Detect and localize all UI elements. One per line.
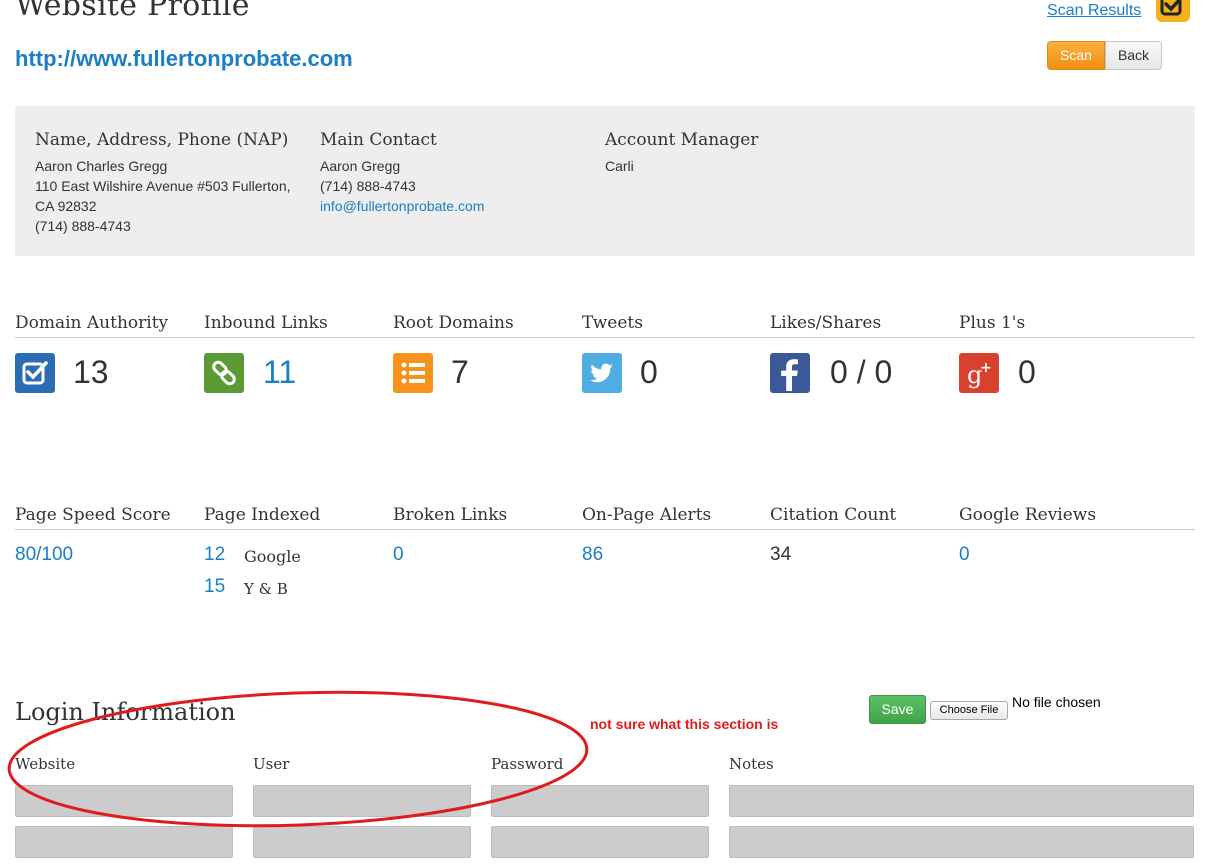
domain-authority-value: 13 [73, 354, 109, 390]
metric-label-page-indexed: Page Indexed [204, 505, 321, 525]
password-input[interactable] [491, 785, 709, 817]
account-manager-heading: Account Manager [605, 130, 759, 150]
main-contact-heading: Main Contact [320, 130, 437, 150]
nap-address-line2: CA 92832 [35, 198, 97, 214]
stat-label-plus-ones: Plus 1's [959, 313, 1026, 333]
metric-label-page-speed: Page Speed Score [15, 505, 171, 525]
indexed-google-value[interactable]: 12 [204, 544, 225, 566]
link-icon [204, 353, 244, 393]
notes-input[interactable] [729, 826, 1194, 858]
column-label-user: User [253, 755, 290, 773]
contact-info-panel: Name, Address, Phone (NAP) Aaron Charles… [15, 106, 1195, 256]
checkbox-icon [15, 353, 55, 393]
stat-label-likes-shares: Likes/Shares [770, 313, 882, 333]
website-input[interactable] [15, 785, 233, 817]
column-label-notes: Notes [729, 755, 774, 773]
column-label-website: Website [15, 755, 76, 773]
save-button[interactable]: Save [869, 695, 926, 724]
twitter-icon [582, 353, 622, 393]
contact-name: Aaron Gregg [320, 158, 401, 174]
divider [15, 337, 1195, 338]
list-icon [393, 353, 433, 393]
column-label-password: Password [491, 755, 564, 773]
nap-heading: Name, Address, Phone (NAP) [35, 130, 289, 150]
account-manager-name: Carli [605, 158, 634, 174]
account-manager-section: Account Manager Carli [605, 130, 758, 176]
metric-label-on-page-alerts: On-Page Alerts [582, 505, 712, 525]
svg-text:+: + [980, 360, 992, 376]
no-file-chosen-text: No file chosen [1012, 694, 1101, 710]
nap-phone: (714) 888-4743 [35, 218, 131, 234]
indexed-yb-value[interactable]: 15 [204, 576, 225, 598]
metric-label-broken-links: Broken Links [393, 505, 508, 525]
contact-email-link[interactable]: info@fullertonprobate.com [320, 198, 484, 214]
nap-section: Name, Address, Phone (NAP) Aaron Charles… [35, 130, 291, 236]
stat-label-root-domains: Root Domains [393, 313, 514, 333]
google-reviews-value[interactable]: 0 [959, 544, 970, 566]
inbound-links-value[interactable]: 11 [263, 354, 296, 391]
choose-file-button[interactable]: Choose File [930, 701, 1008, 720]
website-url[interactable]: http://www.fullertonprobate.com [15, 46, 353, 72]
metric-label-google-reviews: Google Reviews [959, 505, 1097, 525]
stat-label-domain-authority: Domain Authority [15, 313, 169, 333]
notes-input[interactable] [729, 785, 1194, 817]
login-info-title: Login Information [15, 698, 236, 726]
facebook-icon [770, 353, 810, 393]
checkmark-badge-icon[interactable] [1156, 0, 1190, 22]
citation-count-value: 34 [770, 544, 792, 565]
nap-address-line1: 110 East Wilshire Avenue #503 Fullerton, [35, 178, 291, 194]
plus-ones-value: 0 [1018, 354, 1036, 390]
root-domains-value: 7 [451, 354, 469, 390]
annotation-note: not sure what this section is [590, 716, 779, 732]
likes-shares-value: 0 / 0 [830, 354, 893, 390]
scan-button[interactable]: Scan [1047, 41, 1105, 70]
broken-links-value[interactable]: 0 [393, 544, 404, 566]
stat-label-tweets: Tweets [582, 313, 643, 333]
user-input[interactable] [253, 826, 471, 858]
website-input[interactable] [15, 826, 233, 858]
contact-phone: (714) 888-4743 [320, 178, 416, 194]
on-page-alerts-value[interactable]: 86 [582, 544, 603, 566]
page-speed-value[interactable]: 80/100 [15, 544, 73, 566]
user-input[interactable] [253, 785, 471, 817]
indexed-yb-label: Y & B [244, 580, 288, 598]
main-contact-section: Main Contact Aaron Gregg (714) 888-4743 … [320, 130, 484, 216]
back-button[interactable]: Back [1105, 41, 1162, 70]
metric-label-citation-count: Citation Count [770, 505, 897, 525]
stat-label-inbound-links: Inbound Links [204, 313, 328, 333]
indexed-google-label: Google [244, 547, 301, 566]
password-input[interactable] [491, 826, 709, 858]
divider [15, 529, 1195, 530]
nap-name: Aaron Charles Gregg [35, 158, 168, 174]
tweets-value: 0 [640, 354, 658, 390]
google-plus-icon: g + [959, 353, 999, 393]
scan-results-link[interactable]: Scan Results [1047, 2, 1141, 20]
page-title: Website Profile [15, 0, 250, 23]
